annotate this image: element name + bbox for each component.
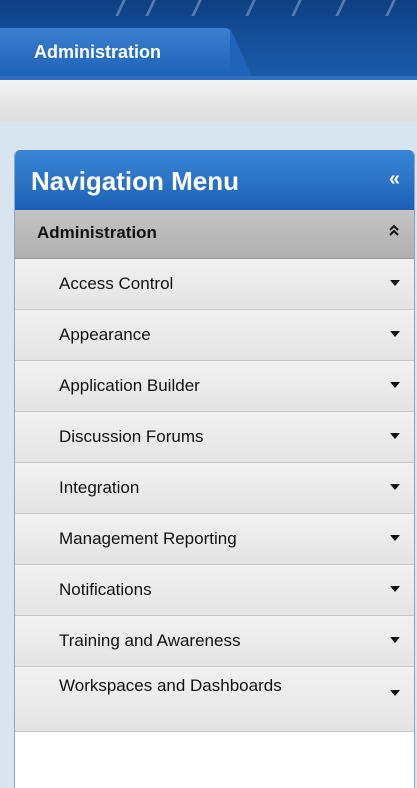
chevron-down-icon[interactable] (390, 637, 400, 643)
navigation-menu-panel: Navigation Menu « Administration Access … (14, 150, 415, 788)
menu-item-label: Discussion Forums (59, 427, 204, 446)
collapse-icon[interactable]: « (389, 168, 400, 191)
menu-item-label: Integration (59, 478, 140, 497)
chevron-down-icon[interactable] (390, 331, 400, 337)
chevron-down-icon[interactable] (390, 382, 400, 388)
menu-item-label: Appearance (59, 325, 151, 344)
menu-item-label: Training and Awareness (59, 631, 241, 650)
chevron-down-icon[interactable] (390, 484, 400, 490)
tab-administration-label: Administration (34, 42, 162, 62)
chevron-down-icon[interactable] (390, 433, 400, 439)
banner-stripe (145, 0, 158, 16)
top-banner: Administration (0, 0, 417, 76)
banner-stripe (385, 0, 398, 16)
double-chevron-up-icon[interactable] (388, 222, 400, 243)
banner-stripe (191, 0, 204, 16)
menu-item-label: Application Builder (59, 376, 200, 395)
double-chevron-up-icon-svg (389, 224, 399, 236)
chevron-down-icon[interactable] (390, 690, 400, 696)
menu-item-management-reporting[interactable]: Management Reporting (15, 514, 414, 565)
menu-item-label: Notifications (59, 580, 152, 599)
navigation-menu-title: Navigation Menu (31, 166, 240, 196)
menu-item-label: Workspaces and Dashboards (59, 676, 282, 695)
chevron-down-icon[interactable] (390, 280, 400, 286)
section-administration-label: Administration (37, 223, 157, 242)
banner-stripe (291, 0, 304, 16)
chevron-down-icon[interactable] (390, 535, 400, 541)
section-administration[interactable]: Administration (15, 210, 414, 259)
navigation-menu-header: Navigation Menu « (15, 150, 414, 210)
menu-item-label: Access Control (59, 274, 174, 293)
menu-item-appearance[interactable]: Appearance (15, 310, 414, 361)
menu-item-workspaces-and-dashboards[interactable]: Workspaces and Dashboards (15, 667, 414, 732)
toolbar-bar (0, 80, 417, 122)
menu-item-integration[interactable]: Integration (15, 463, 414, 514)
chevron-down-icon[interactable] (390, 586, 400, 592)
menu-item-discussion-forums[interactable]: Discussion Forums (15, 412, 414, 463)
menu-item-access-control[interactable]: Access Control (15, 259, 414, 310)
menu-item-label: Management Reporting (59, 529, 237, 548)
banner-stripe (245, 0, 258, 16)
tab-administration[interactable]: Administration (0, 28, 252, 76)
menu-item-notifications[interactable]: Notifications (15, 565, 414, 616)
banner-stripe (335, 0, 348, 16)
banner-stripe (115, 0, 128, 16)
menu-item-application-builder[interactable]: Application Builder (15, 361, 414, 412)
menu-item-training-and-awareness[interactable]: Training and Awareness (15, 616, 414, 667)
